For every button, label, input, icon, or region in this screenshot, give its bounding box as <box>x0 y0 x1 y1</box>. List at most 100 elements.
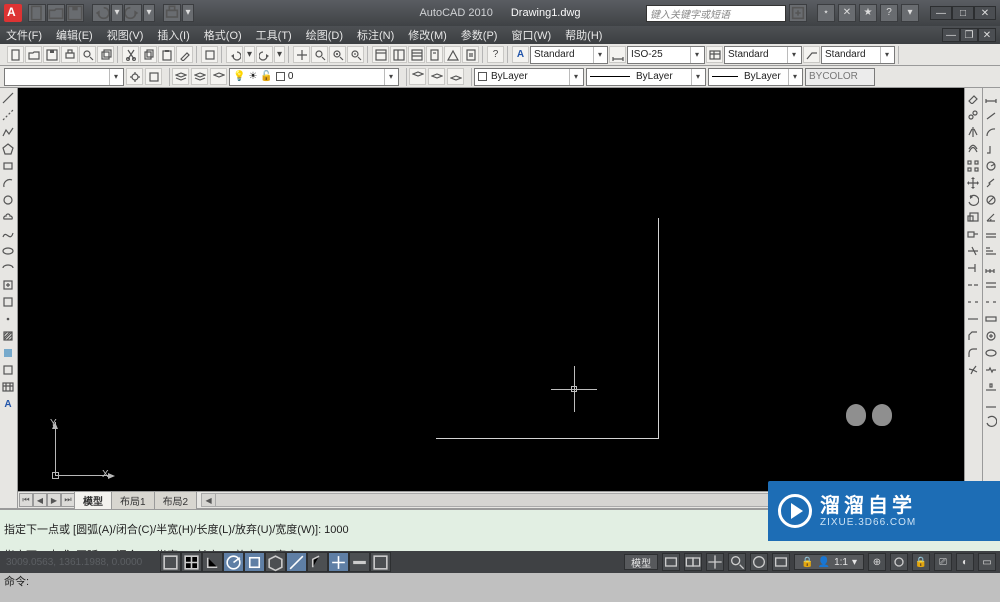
showmotion-icon[interactable] <box>772 553 790 571</box>
dim-arc-icon[interactable] <box>983 124 999 140</box>
dim-jogged-icon[interactable] <box>983 175 999 191</box>
dim-break-icon[interactable] <box>983 294 999 310</box>
table-style-icon[interactable] <box>706 46 723 63</box>
menu-tools[interactable]: 工具(T) <box>256 27 292 43</box>
rotate-icon[interactable] <box>965 192 981 208</box>
dim-inspect-icon[interactable] <box>983 345 999 361</box>
qat-save-icon[interactable] <box>66 4 84 22</box>
qat-undo-dd[interactable]: ▾ <box>111 4 123 22</box>
qat-undo-icon[interactable] <box>92 4 110 22</box>
tolerance-icon[interactable] <box>983 311 999 327</box>
app-menu-button[interactable] <box>4 4 22 22</box>
layer-states-icon[interactable] <box>191 68 208 85</box>
undo-icon[interactable] <box>226 46 243 63</box>
coordinate-display[interactable]: 3009.0563, 1361.1988, 0.0000 <box>0 557 160 568</box>
drawing-canvas[interactable]: Y X ▲ ▼ ⏮ ◀ ▶ ⏭ 模型 布局1 布局2 ◀ ▶ <box>18 88 982 508</box>
lwt-toggle[interactable] <box>349 552 370 572</box>
dim-update-icon[interactable] <box>983 413 999 429</box>
new-icon[interactable] <box>7 46 24 63</box>
join-icon[interactable] <box>965 311 981 327</box>
menu-file[interactable]: 文件(F) <box>6 27 42 43</box>
doc-minimize-button[interactable]: ― <box>942 28 960 42</box>
polygon-icon[interactable] <box>0 141 16 157</box>
make-block-icon[interactable] <box>0 294 16 310</box>
mleader-style-combo[interactable]: Standard <box>821 46 895 64</box>
doc-close-button[interactable]: ✕ <box>978 28 996 42</box>
pan-icon[interactable] <box>293 46 310 63</box>
dim-linear-icon[interactable] <box>983 90 999 106</box>
layer-iso-icon[interactable] <box>428 68 445 85</box>
revcloud-icon[interactable] <box>0 209 16 225</box>
spline-icon[interactable] <box>0 226 16 242</box>
chamfer-icon[interactable] <box>965 328 981 344</box>
dim-angular-icon[interactable] <box>983 209 999 225</box>
dim-diameter-icon[interactable] <box>983 192 999 208</box>
quick-dim-icon[interactable] <box>983 226 999 242</box>
menu-format[interactable]: 格式(O) <box>204 27 242 43</box>
mirror-icon[interactable] <box>965 124 981 140</box>
publish-icon[interactable] <box>97 46 114 63</box>
layer-uniso-icon[interactable] <box>447 68 464 85</box>
gradient-icon[interactable] <box>0 345 16 361</box>
menu-view[interactable]: 视图(V) <box>107 27 144 43</box>
dim-aligned-icon[interactable] <box>983 107 999 123</box>
ducs-toggle[interactable] <box>307 552 328 572</box>
tab-layout2[interactable]: 布局2 <box>154 491 198 509</box>
trim-icon[interactable] <box>965 243 981 259</box>
tab-next-icon[interactable]: ▶ <box>47 493 61 507</box>
print-icon[interactable] <box>61 46 78 63</box>
array-icon[interactable] <box>965 158 981 174</box>
copy-icon[interactable] <box>140 46 157 63</box>
dim-space-icon[interactable] <box>983 277 999 293</box>
menu-draw[interactable]: 绘图(D) <box>306 27 343 43</box>
arc-icon[interactable] <box>0 175 16 191</box>
model-space-button[interactable]: 模型 <box>624 554 658 570</box>
zoom-realtime-icon[interactable] <box>311 46 328 63</box>
ortho-toggle[interactable] <box>202 552 223 572</box>
layer-combo[interactable]: 💡 ☀ 🔓 0 <box>229 68 399 86</box>
polyline-icon[interactable] <box>0 124 16 140</box>
copy-obj-icon[interactable] <box>965 107 981 123</box>
ellipse-arc-icon[interactable] <box>0 260 16 276</box>
point-icon[interactable] <box>0 311 16 327</box>
quick-view-drawings-icon[interactable] <box>684 553 702 571</box>
line-icon[interactable] <box>0 90 16 106</box>
color-combo[interactable]: ByLayer <box>474 68 584 86</box>
tab-prev-icon[interactable]: ◀ <box>33 493 47 507</box>
infocenter-search-input[interactable]: 键入关键字或短语 <box>646 5 786 22</box>
scroll-left-icon[interactable]: ◀ <box>202 494 216 506</box>
dim-edit-icon[interactable] <box>983 379 999 395</box>
open-icon[interactable] <box>25 46 42 63</box>
redo-dd-icon[interactable]: ▾ <box>274 46 285 63</box>
zoom-previous-icon[interactable] <box>347 46 364 63</box>
search-go-icon[interactable] <box>789 4 807 22</box>
annotation-scale-combo[interactable]: 🔒 👤 1:1 ▾ <box>794 554 864 570</box>
hatch-icon[interactable] <box>0 328 16 344</box>
quick-view-layouts-icon[interactable] <box>662 553 680 571</box>
stretch-icon[interactable] <box>965 226 981 242</box>
dim-ordinate-icon[interactable] <box>983 141 999 157</box>
break-at-point-icon[interactable] <box>965 277 981 293</box>
tab-last-icon[interactable]: ⏭ <box>61 493 75 507</box>
tab-layout1[interactable]: 布局1 <box>111 491 155 509</box>
erase-icon[interactable] <box>965 90 981 106</box>
redo-icon[interactable] <box>256 46 273 63</box>
layer-filter-icon[interactable] <box>210 68 227 85</box>
favorites-icon[interactable]: ★ <box>859 4 877 22</box>
help-dd[interactable]: ▾ <box>901 4 919 22</box>
explode-icon[interactable] <box>965 362 981 378</box>
qp-toggle[interactable] <box>370 552 391 572</box>
status-zoom-icon[interactable] <box>728 553 746 571</box>
block-editor-icon[interactable] <box>201 46 218 63</box>
linetype-combo[interactable]: ByLayer <box>586 68 706 86</box>
menu-insert[interactable]: 插入(I) <box>157 27 189 43</box>
menu-edit[interactable]: 编辑(E) <box>56 27 93 43</box>
dim-style-icon[interactable] <box>609 46 626 63</box>
help-icon[interactable]: ? <box>880 4 898 22</box>
qat-redo-icon[interactable] <box>124 4 142 22</box>
snap-toggle[interactable] <box>160 552 181 572</box>
maximize-button[interactable]: □ <box>952 6 974 20</box>
layer-manager-icon[interactable] <box>172 68 189 85</box>
workspace-switch-icon[interactable] <box>890 553 908 571</box>
rectangle-icon[interactable] <box>0 158 16 174</box>
